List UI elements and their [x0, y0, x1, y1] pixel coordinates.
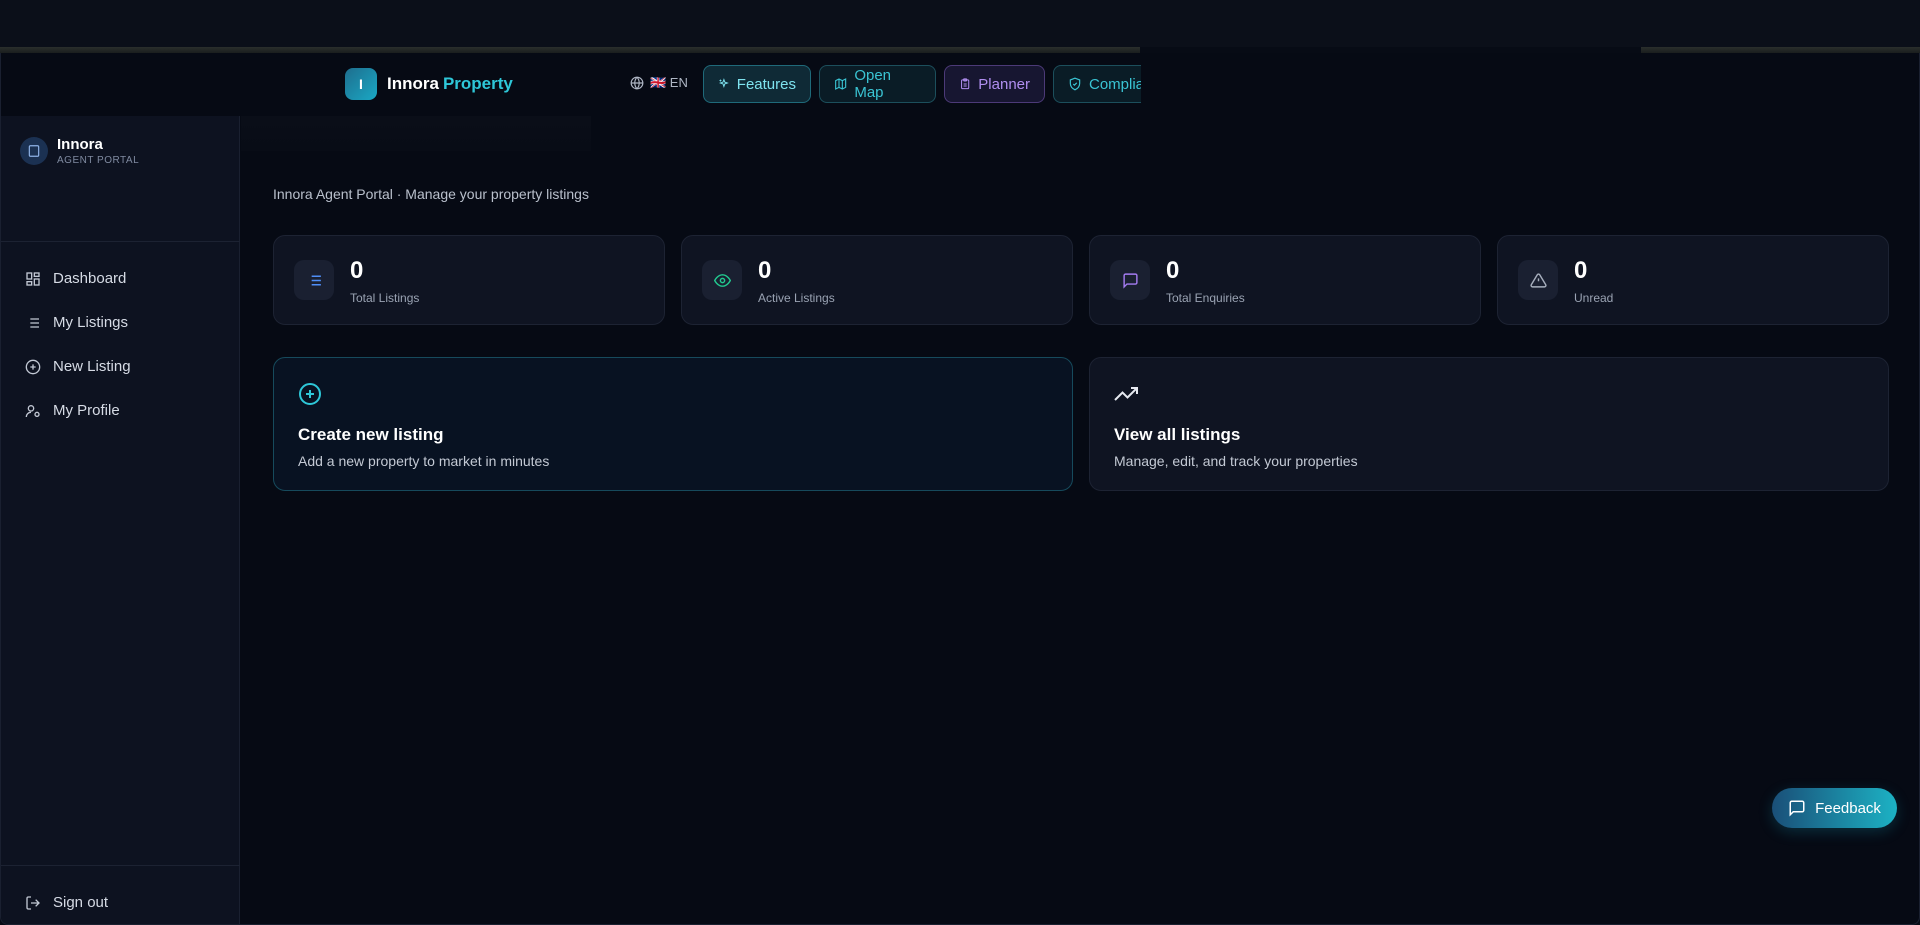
- app-frame: I Innora Property 🇬🇧 EN Features Open Map…: [0, 53, 1920, 925]
- sidebar-divider: [1, 241, 240, 242]
- nav-features-label: Features: [736, 75, 796, 93]
- language-switcher[interactable]: 🇬🇧 EN: [630, 75, 688, 91]
- logo-word-property: Property: [442, 74, 513, 93]
- sidebar-brand: Innora AGENT PORTAL: [20, 136, 139, 166]
- sidebar-item-dashboard[interactable]: Dashboard: [25, 270, 126, 287]
- sidebar-item-label: My Profile: [53, 402, 120, 419]
- message-icon: [1110, 260, 1150, 300]
- sidebar-item-new-listing[interactable]: New Listing: [25, 358, 131, 375]
- stat-label: Active Listings: [758, 291, 835, 305]
- nav-compliance-label: Complia: [1089, 75, 1145, 93]
- create-listing-card[interactable]: Create new listing Add a new property to…: [273, 357, 1073, 491]
- eye-icon: [702, 260, 742, 300]
- sign-out-label: Sign out: [53, 894, 109, 911]
- sidebar: Innora AGENT PORTAL Dashboard My Listing…: [1, 116, 240, 924]
- user-icon: [25, 404, 40, 417]
- sidebar-item-label: New Listing: [53, 358, 131, 375]
- clipboard-icon: [961, 78, 970, 90]
- stat-card-total-enquiries: 0 Total Enquiries: [1089, 235, 1481, 325]
- sign-out-button[interactable]: Sign out: [25, 894, 108, 911]
- view-listings-card[interactable]: View all listings Manage, edit, and trac…: [1089, 357, 1889, 491]
- trending-up-icon: [1114, 387, 1138, 401]
- sidebar-item-label: Dashboard: [53, 270, 127, 287]
- action-description: Add a new property to market in minutes: [298, 453, 550, 469]
- header-clip: [1141, 53, 1919, 117]
- stat-value: 0: [350, 257, 364, 284]
- building-icon: [20, 137, 48, 165]
- globe-icon: [630, 76, 644, 90]
- stat-card-total-listings: 0 Total Listings: [273, 235, 665, 325]
- stat-card-unread: 0 Unread: [1497, 235, 1889, 325]
- action-title: Create new listing: [298, 425, 444, 444]
- logo-badge[interactable]: I: [345, 68, 377, 100]
- stat-card-active-listings: 0 Active Listings: [681, 235, 1073, 325]
- brand-subtitle: AGENT PORTAL: [57, 155, 140, 166]
- action-description: Manage, edit, and track your properties: [1114, 453, 1358, 469]
- logo-word-innora: Innora: [387, 74, 439, 93]
- feedback-button[interactable]: Feedback: [1772, 788, 1897, 828]
- dashboard-icon: [26, 271, 40, 286]
- sidebar-item-my-listings[interactable]: My Listings: [25, 314, 128, 331]
- window-top-bar: [0, 0, 1920, 47]
- sign-out-icon: [26, 895, 40, 910]
- brand-name: Innora: [57, 136, 103, 153]
- sidebar-item-label: My Listings: [53, 314, 129, 331]
- title-placeholder: [241, 116, 591, 151]
- nav-features-button[interactable]: Features: [703, 65, 811, 103]
- stat-value: 0: [758, 257, 772, 284]
- stat-label: Total Listings: [350, 291, 420, 305]
- sidebar-item-my-profile[interactable]: My Profile: [25, 402, 120, 419]
- logo-text[interactable]: Innora Property: [387, 74, 513, 94]
- plus-circle-icon: [25, 359, 41, 374]
- sparkles-icon: [718, 78, 729, 88]
- nav-planner-button[interactable]: Planner: [944, 65, 1045, 103]
- action-title: View all listings: [1114, 425, 1241, 444]
- feedback-label: Feedback: [1815, 799, 1881, 817]
- alert-icon: [1518, 260, 1558, 300]
- message-icon: [1789, 800, 1805, 817]
- logo-letter: I: [359, 76, 363, 92]
- nav-open-map-label: Open Map: [854, 67, 892, 101]
- plus-circle-icon: [299, 383, 321, 405]
- list-icon: [294, 260, 334, 300]
- language-label: 🇬🇧 EN: [650, 75, 688, 90]
- stat-label: Unread: [1574, 291, 1614, 305]
- page-subtitle: Innora Agent Portal · Manage your proper…: [273, 186, 589, 202]
- stat-label: Total Enquiries: [1166, 291, 1245, 305]
- stat-value: 0: [1166, 257, 1180, 284]
- list-icon: [27, 317, 39, 328]
- map-icon: [835, 78, 847, 90]
- nav-open-map-button[interactable]: Open Map: [819, 65, 936, 103]
- stat-value: 0: [1574, 257, 1588, 284]
- sidebar-bottom-divider: [1, 865, 240, 866]
- shield-icon: [1069, 77, 1081, 91]
- nav-planner-label: Planner: [978, 75, 1030, 93]
- top-nav: I Innora Property 🇬🇧 EN Features Open Map…: [1, 53, 1173, 117]
